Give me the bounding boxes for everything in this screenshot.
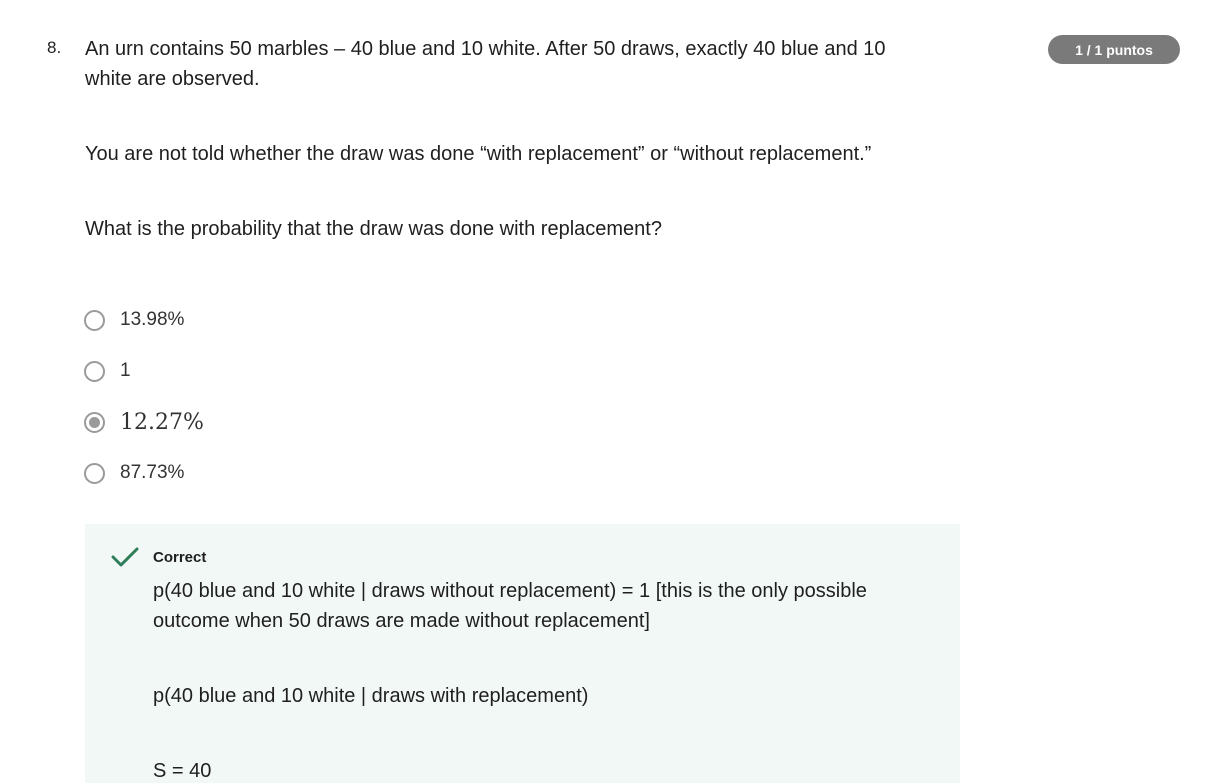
answer-option-label: 1	[120, 360, 131, 381]
radio-button-selected[interactable]	[84, 411, 105, 433]
question-paragraph: What is the probability that the draw wa…	[85, 218, 662, 240]
answer-option-label: 87.73%	[120, 462, 185, 483]
feedback-explanation: p(40 blue and 10 white | draws without r…	[153, 576, 943, 783]
radio-button[interactable]	[84, 462, 105, 484]
radio-selected-dot	[89, 416, 100, 428]
quiz-question-page: 8. An urn contains 50 marbles – 40 blue …	[0, 0, 1232, 783]
feedback-status: Correct	[153, 549, 207, 566]
question-text: An urn contains 50 marbles – 40 blue and…	[85, 34, 935, 244]
answer-option[interactable]: 1	[84, 358, 204, 384]
answer-option[interactable]: 87.73%	[84, 460, 204, 486]
radio-button[interactable]	[84, 309, 105, 331]
feedback-line: S = 40	[153, 760, 212, 782]
answer-options: 13.98% 1 12.27% 87.73%	[84, 307, 204, 511]
question-paragraph: You are not told whether the draw was do…	[85, 143, 872, 165]
radio-button[interactable]	[84, 360, 105, 382]
answer-option[interactable]: 13.98%	[84, 307, 204, 333]
check-icon	[111, 546, 139, 573]
feedback-line: p(40 blue and 10 white | draws without r…	[153, 580, 867, 632]
feedback-line: p(40 blue and 10 white | draws with repl…	[153, 685, 589, 707]
question-number: 8.	[47, 38, 62, 57]
question-paragraph: An urn contains 50 marbles – 40 blue and…	[85, 38, 886, 90]
answer-option-selected[interactable]: 12.27%	[84, 409, 204, 435]
feedback-panel: Correct p(40 blue and 10 white | draws w…	[85, 524, 960, 783]
answer-option-label: 12.27%	[120, 409, 204, 435]
score-badge: 1 / 1 puntos	[1048, 35, 1180, 64]
answer-option-label: 13.98%	[120, 309, 185, 330]
